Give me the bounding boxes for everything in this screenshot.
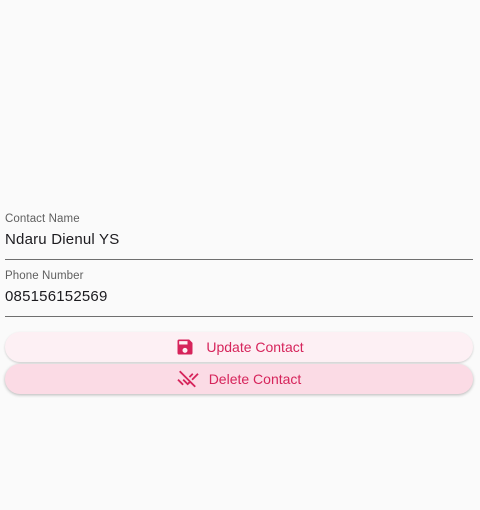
contact-form: Contact Name Phone Number [5, 211, 473, 325]
phone-number-input[interactable] [5, 288, 473, 305]
phone-number-field[interactable]: Phone Number [5, 268, 473, 317]
contact-edit-screen: Contact Name Phone Number Update Contact… [0, 0, 480, 510]
phone-number-label: Phone Number [5, 270, 84, 282]
contact-name-label: Contact Name [5, 213, 80, 225]
contact-name-input[interactable] [5, 231, 473, 248]
update-contact-button[interactable]: Update Contact [5, 332, 473, 362]
update-contact-label: Update Contact [206, 339, 304, 355]
save-icon [174, 336, 196, 358]
delete-contact-button[interactable]: Delete Contact [5, 364, 473, 394]
contact-name-field[interactable]: Contact Name [5, 211, 473, 260]
remove-done-icon [177, 368, 199, 390]
delete-contact-label: Delete Contact [208, 371, 302, 387]
